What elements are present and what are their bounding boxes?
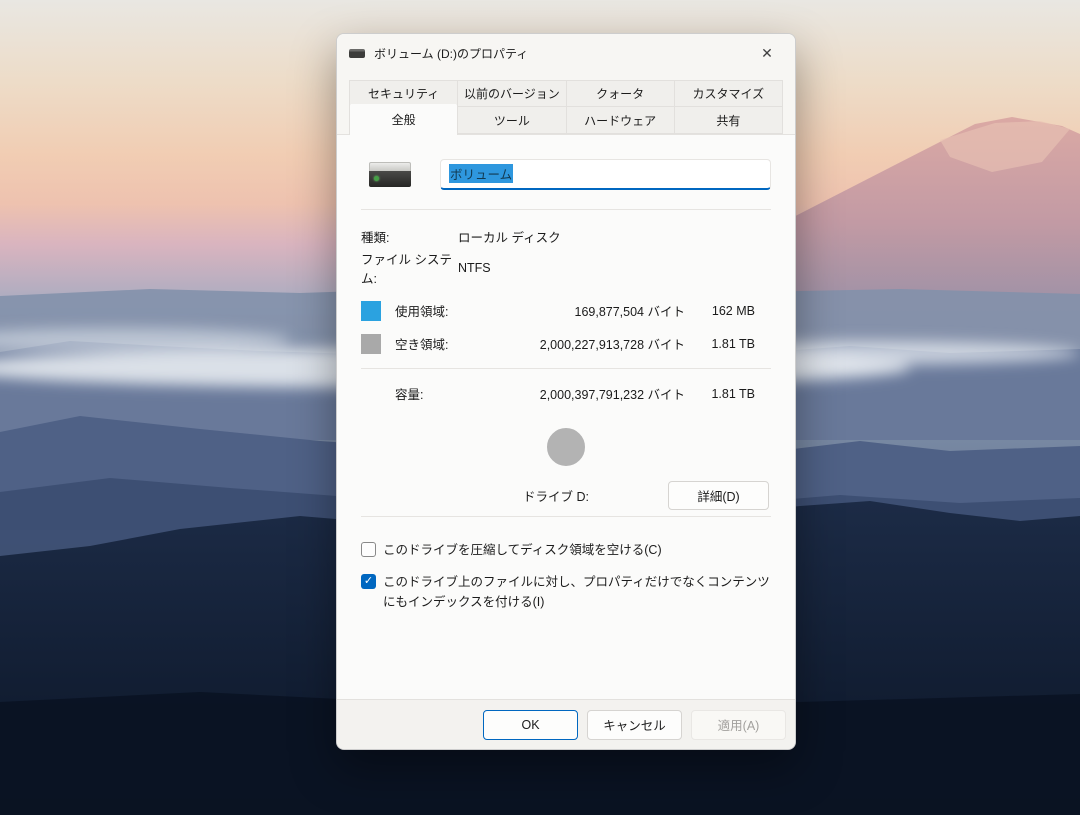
type-value: ローカル ディスク <box>458 227 561 246</box>
drive-icon <box>349 49 365 58</box>
type-row: 種類: ローカル ディスク <box>361 220 771 252</box>
tab-previous-versions[interactable]: 以前のバージョン <box>457 80 566 107</box>
drive-row: ドライブ D: 詳細(D) <box>361 480 771 510</box>
selected-text: ボリューム <box>449 164 513 183</box>
compress-checkbox[interactable] <box>361 542 376 557</box>
ok-button-label: OK <box>521 718 539 732</box>
dialog-footer: OK キャンセル 適用(A) <box>337 699 795 749</box>
type-label: 種類: <box>361 227 458 246</box>
titlebar: ボリューム (D:)のプロパティ ✕ <box>337 34 795 72</box>
capacity-row: 容量: 2,000,397,791,232 バイト 1.81 TB <box>361 377 771 410</box>
used-space-label: 使用領域: <box>395 301 448 320</box>
tab-sharing[interactable]: 共有 <box>674 107 783 134</box>
close-icon: ✕ <box>761 45 773 62</box>
used-space-row: 使用領域: 169,877,504 バイト 162 MB <box>361 294 771 327</box>
details-button-label: 詳細(D) <box>697 486 739 505</box>
separator <box>361 516 771 517</box>
index-checkbox[interactable]: ✓ <box>361 574 376 589</box>
free-space-label: 空き領域: <box>395 334 448 353</box>
close-button[interactable]: ✕ <box>747 38 787 68</box>
filesystem-row: ファイル システム: NTFS <box>361 252 771 284</box>
free-space-legend-swatch <box>361 334 381 354</box>
volume-name-input[interactable]: ボリューム <box>440 159 771 190</box>
tab-quota[interactable]: クォータ <box>566 80 675 107</box>
capacity-label: 容量: <box>395 384 423 403</box>
free-space-bytes: 2,000,227,913,728 バイト <box>540 334 685 353</box>
drive-label: ドライブ D: <box>523 486 589 505</box>
hard-drive-icon-front <box>369 171 411 187</box>
hard-drive-icon <box>369 162 411 187</box>
tab-row-front: 全般 ツール ハードウェア 共有 <box>349 107 783 134</box>
usage-donut-chart <box>361 428 771 466</box>
volume-name-row: ボリューム <box>361 157 771 191</box>
tab-security[interactable]: セキュリティ <box>349 80 458 107</box>
ok-button[interactable]: OK <box>483 710 578 740</box>
used-space-bytes: 169,877,504 バイト <box>575 301 686 320</box>
capacity-bytes: 2,000,397,791,232 バイト <box>540 384 685 403</box>
filesystem-label: ファイル システム: <box>361 249 458 287</box>
capacity-size: 1.81 TB <box>685 387 771 401</box>
general-tab-content: ボリューム 種類: ローカル ディスク ファイル システム: NTFS 使用領域… <box>337 135 795 699</box>
window-title: ボリューム (D:)のプロパティ <box>374 45 747 62</box>
separator <box>361 209 771 210</box>
apply-button[interactable]: 適用(A) <box>691 710 786 740</box>
cancel-button[interactable]: キャンセル <box>587 710 682 740</box>
donut-ring <box>547 428 585 466</box>
drive-options: このドライブを圧縮してディスク領域を空ける(C) ✓ このドライブ上のファイルに… <box>361 541 771 612</box>
details-button[interactable]: 詳細(D) <box>668 481 769 510</box>
filesystem-value: NTFS <box>458 261 491 275</box>
tab-row-back: セキュリティ 以前のバージョン クォータ カスタマイズ <box>349 80 783 107</box>
used-space-size: 162 MB <box>685 304 771 318</box>
tab-tools[interactable]: ツール <box>457 107 566 134</box>
tab-strip: セキュリティ 以前のバージョン クォータ カスタマイズ 全般 ツール ハードウェ… <box>337 72 795 134</box>
check-icon: ✓ <box>364 576 373 587</box>
compress-checkbox-label: このドライブを圧縮してディスク領域を空ける(C) <box>383 541 662 560</box>
hard-drive-icon-top <box>369 162 411 171</box>
tab-general[interactable]: 全般 <box>349 104 458 135</box>
index-checkbox-label: このドライブ上のファイルに対し、プロパティだけでなくコンテンツにもインデックスを… <box>383 573 771 612</box>
tab-customize[interactable]: カスタマイズ <box>674 80 783 107</box>
compress-option-row: このドライブを圧縮してディスク領域を空ける(C) <box>361 541 771 560</box>
properties-dialog: ボリューム (D:)のプロパティ ✕ セキュリティ 以前のバージョン クォータ … <box>336 33 796 750</box>
free-space-row: 空き領域: 2,000,227,913,728 バイト 1.81 TB <box>361 327 771 360</box>
cancel-button-label: キャンセル <box>603 715 666 734</box>
free-space-size: 1.81 TB <box>685 337 771 351</box>
separator <box>361 368 771 369</box>
tab-hardware[interactable]: ハードウェア <box>566 107 675 134</box>
used-space-legend-swatch <box>361 301 381 321</box>
drive-led <box>374 176 379 181</box>
index-option-row: ✓ このドライブ上のファイルに対し、プロパティだけでなくコンテンツにもインデック… <box>361 573 771 612</box>
apply-button-label: 適用(A) <box>718 715 760 734</box>
